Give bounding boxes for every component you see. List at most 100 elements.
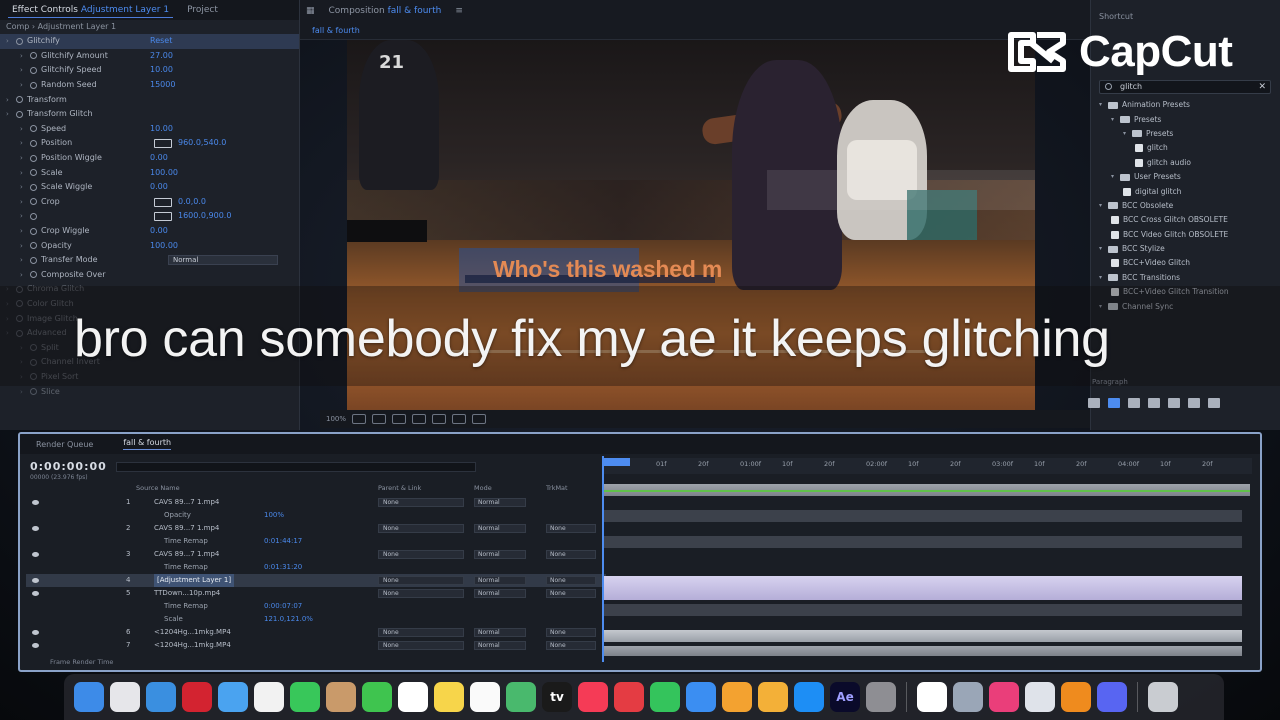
effect-property-row[interactable]: › Composite Over	[0, 268, 299, 283]
preset-folder[interactable]: ▾ BCC Obsolete	[1099, 199, 1279, 213]
folder-disclosure-icon[interactable]: ▾	[1123, 127, 1132, 141]
layer-source-name[interactable]: CAVS 89...7 1.mp4	[154, 522, 219, 535]
effect-property-row[interactable]: › 1600.0,900.0	[0, 209, 299, 224]
parent-link-select[interactable]: None	[378, 576, 464, 585]
parent-link-select[interactable]: None	[378, 550, 464, 559]
vlc-icon[interactable]	[1061, 682, 1091, 712]
folder-disclosure-icon[interactable]: ▾	[1099, 242, 1108, 256]
effect-property-row[interactable]: › Glitchify Reset	[0, 34, 299, 49]
blend-mode-select[interactable]: Normal	[474, 628, 526, 637]
layer-source-name[interactable]: CAVS 89...7 1.mp4	[154, 496, 219, 509]
effect-property-row[interactable]: › Position Wiggle 0.00	[0, 151, 299, 166]
disclosure-triangle-icon[interactable]: ›	[20, 78, 30, 92]
panel-menu-icon[interactable]: ≡	[455, 6, 463, 16]
effect-property-value[interactable]: 100.00	[150, 239, 178, 253]
effect-property-value[interactable]: 0.00	[150, 180, 168, 194]
stopwatch-icon[interactable]	[30, 271, 37, 279]
stopwatch-icon[interactable]	[30, 183, 37, 191]
tab-effect-controls[interactable]: Effect Controls Adjustment Layer 1	[8, 3, 174, 18]
pages2-icon[interactable]	[758, 682, 788, 712]
disclosure-triangle-icon[interactable]: ›	[6, 107, 16, 121]
point-target-icon[interactable]	[154, 197, 172, 207]
timeline-property-row[interactable]: Time Remap 0:01:44:17	[26, 535, 606, 548]
visibility-eye-icon[interactable]	[32, 578, 39, 583]
layer-property-value[interactable]: 0:01:31:20	[264, 561, 302, 574]
effect-property-row[interactable]: › Speed 10.00	[0, 122, 299, 137]
stopwatch-icon[interactable]	[16, 96, 23, 104]
disclosure-triangle-icon[interactable]: ›	[20, 209, 30, 223]
tab-render-queue[interactable]: Render Queue	[36, 440, 93, 449]
folder-disclosure-icon[interactable]: ▾	[1099, 98, 1108, 112]
timeline-layer-row[interactable]: 3 CAVS 89...7 1.mp4 None Normal None	[26, 548, 606, 561]
parent-link-select[interactable]: None	[378, 498, 464, 507]
facetime-icon[interactable]	[290, 682, 320, 712]
track-matte-select[interactable]: None	[546, 628, 596, 637]
disclosure-triangle-icon[interactable]: ›	[6, 34, 16, 48]
effect-property-value[interactable]: 15000	[150, 78, 175, 92]
preset-effect[interactable]: digital glitch	[1099, 184, 1279, 198]
quicktime-icon[interactable]	[953, 682, 983, 712]
stopwatch-icon[interactable]	[30, 388, 37, 396]
layer-source-name[interactable]: TTDown...10p.mp4	[154, 587, 220, 600]
parent-link-select[interactable]: None	[378, 628, 464, 637]
launchpad-icon[interactable]	[110, 682, 140, 712]
effect-property-row[interactable]: › Random Seed 15000	[0, 78, 299, 93]
timeline-property-row[interactable]: Time Remap 0:01:31:20	[26, 561, 606, 574]
effect-property-row[interactable]: › Slice	[0, 384, 299, 399]
time-ruler[interactable]: 0s01f20f01:00f10f20f02:00f10f20f03:00f10…	[602, 458, 1252, 474]
layer-property-value[interactable]: 0:01:44:17	[264, 535, 302, 548]
effects-search-input[interactable]: glitch ✕	[1099, 80, 1271, 94]
parent-link-select[interactable]: None	[378, 641, 464, 650]
disclosure-triangle-icon[interactable]: ›	[20, 166, 30, 180]
timeline-layer-row[interactable]: 1 CAVS 89...7 1.mp4 None Normal	[26, 496, 606, 509]
preset-folder[interactable]: ▾ BCC Stylize	[1099, 242, 1279, 256]
calendar-icon[interactable]	[398, 682, 428, 712]
appletv-icon[interactable]: tv	[542, 682, 572, 712]
effect-property-row[interactable]: › Scale 100.00	[0, 165, 299, 180]
comp-lock-icon[interactable]: ▦	[306, 6, 315, 16]
visibility-eye-icon[interactable]	[32, 552, 39, 557]
disclosure-triangle-icon[interactable]: ›	[20, 136, 30, 150]
transparency-grid-button[interactable]	[392, 414, 407, 424]
blend-mode-select[interactable]: Normal	[474, 498, 526, 507]
preset-folder[interactable]: ▾ Presets	[1099, 112, 1279, 126]
disclosure-triangle-icon[interactable]: ›	[20, 180, 30, 194]
effect-property-row[interactable]: › Transform	[0, 92, 299, 107]
effect-property-row[interactable]: › Crop 0.0,0.0	[0, 195, 299, 210]
effect-property-value[interactable]: 10.00	[150, 122, 173, 136]
align-center-button[interactable]	[1108, 398, 1120, 408]
effect-property-value[interactable]: 1600.0,900.0	[178, 209, 231, 223]
stopwatch-icon[interactable]	[16, 37, 23, 45]
effect-property-row[interactable]: › Transform Glitch	[0, 107, 299, 122]
stopwatch-icon[interactable]	[30, 169, 37, 177]
disclosure-triangle-icon[interactable]: ›	[20, 122, 30, 136]
timeline-layer-row[interactable]: 7 <1204Hg...1mkg.MP4 None Normal None	[26, 639, 606, 652]
disclosure-triangle-icon[interactable]: ›	[20, 151, 30, 165]
stopwatch-icon[interactable]	[30, 139, 37, 147]
timeline-layer-row[interactable]: 2 CAVS 89...7 1.mp4 None Normal None	[26, 522, 606, 535]
track-bar-6[interactable]	[602, 630, 1242, 642]
preset-effect[interactable]: BCC+Video Glitch	[1099, 256, 1279, 270]
preset-folder[interactable]: ▾ User Presets	[1099, 170, 1279, 184]
track-bar-7[interactable]	[602, 646, 1242, 656]
timeline-playhead[interactable]	[602, 456, 604, 662]
stopwatch-icon[interactable]	[30, 125, 37, 133]
zoom-level[interactable]: 100%	[326, 415, 346, 423]
show-channel-button[interactable]	[452, 414, 467, 424]
preset-effect[interactable]: glitch	[1099, 141, 1279, 155]
timeline-property-row[interactable]: Opacity 100%	[26, 509, 606, 522]
preset-effect[interactable]: glitch audio	[1099, 156, 1279, 170]
visibility-eye-icon[interactable]	[32, 500, 39, 505]
preset-folder[interactable]: ▾ Presets	[1099, 127, 1279, 141]
blend-mode-select[interactable]: Normal	[474, 576, 526, 585]
layer-property-value[interactable]: 121.0,121.0%	[264, 613, 313, 626]
track-bar-3[interactable]	[602, 536, 1242, 548]
align-left-button[interactable]	[1088, 398, 1100, 408]
layer-property-value[interactable]: 0:00:07:07	[264, 600, 302, 613]
photos-icon[interactable]	[254, 682, 284, 712]
tab-timeline-comp[interactable]: fall & fourth	[123, 438, 172, 450]
visibility-eye-icon[interactable]	[32, 630, 39, 635]
comp-breadcrumb[interactable]: fall & fourth	[312, 26, 360, 35]
folder-disclosure-icon[interactable]: ▾	[1099, 271, 1108, 285]
clear-search-icon[interactable]: ✕	[1258, 81, 1266, 93]
